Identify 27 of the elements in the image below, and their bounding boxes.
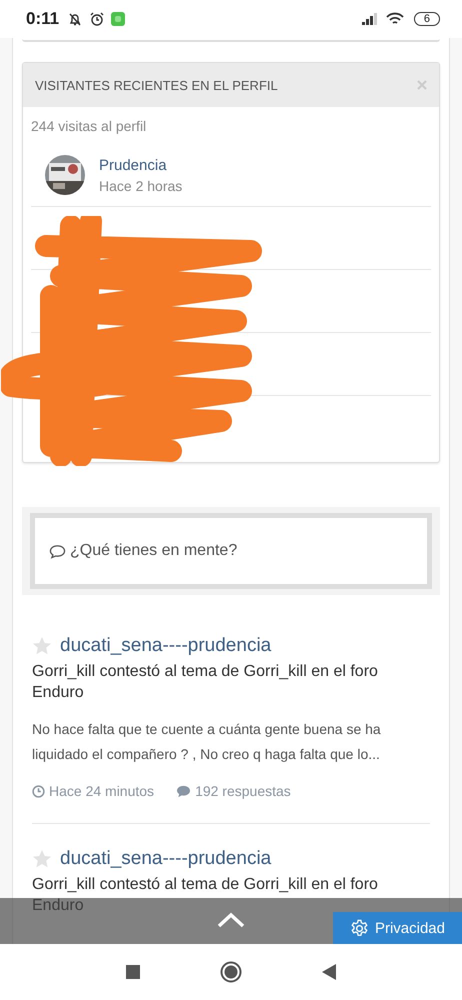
wifi-icon — [386, 12, 404, 26]
reply-count: 192 respuestas — [195, 783, 291, 799]
signal-icon — [362, 13, 380, 25]
privacy-button[interactable]: Privacidad — [332, 912, 462, 944]
post-excerpt: No hace falta que te cuente a cuánta gente buena se ha liquidado el compañero ? , No creo q haga falta que lo... — [32, 720, 382, 764]
bell-off-icon — [67, 11, 84, 27]
battery-indicator: 6 — [414, 12, 440, 26]
home-icon[interactable] — [220, 961, 242, 983]
star-icon[interactable] — [32, 636, 52, 656]
clock-icon — [32, 784, 45, 798]
visit-count: 244 visitas al perfil — [30, 117, 148, 136]
app-icon — [111, 12, 126, 26]
comment-icon — [176, 784, 192, 798]
visit-time: Hace 2 horas — [99, 178, 182, 194]
post-time: Hace 24 minutos — [49, 783, 154, 799]
post-title[interactable]: ducati_sena----prudencia — [60, 635, 272, 657]
panel-title: VISITANTES RECIENTES EN EL PERFIL — [35, 78, 278, 92]
status-time: 0:11 — [26, 9, 60, 29]
star-icon[interactable] — [32, 849, 52, 869]
gear-icon — [350, 918, 369, 938]
alarm-icon — [89, 11, 106, 27]
post-title[interactable]: ducati_sena----prudencia — [60, 848, 272, 870]
post-summary: Gorri_kill contestó al tema de Gorri_kill en el foro Enduro — [32, 662, 379, 703]
visitor-name[interactable]: Prudencia — [99, 156, 182, 174]
back-icon[interactable] — [322, 964, 336, 980]
chevron-up-icon[interactable] — [217, 912, 245, 928]
speech-bubble-icon — [49, 544, 66, 558]
